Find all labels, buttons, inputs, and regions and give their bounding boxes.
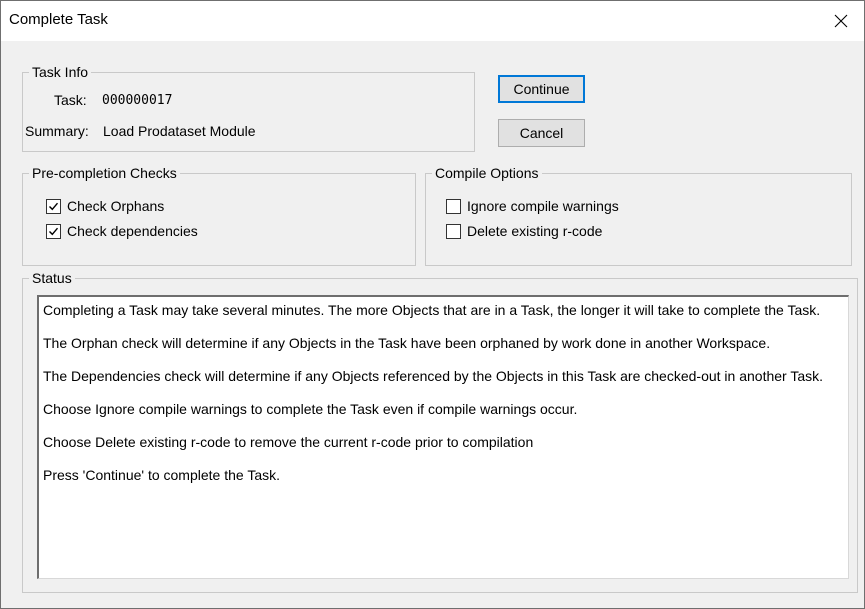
check-orphans-label: Check Orphans <box>67 198 165 214</box>
status-line: Completing a Task may take several minut… <box>43 302 821 318</box>
precompletion-checks-group: Pre-completion Checks <box>22 165 416 266</box>
summary-value: Load Prodataset Module <box>103 123 256 139</box>
checkbox-checked-icon <box>46 223 61 239</box>
checkbox-unchecked-icon <box>446 198 461 214</box>
status-line: Choose Ignore compile warnings to comple… <box>43 401 578 417</box>
ignore-compile-warnings-label: Ignore compile warnings <box>467 198 619 214</box>
precompletion-checks-label: Pre-completion Checks <box>29 165 180 181</box>
continue-button-label: Continue <box>513 81 570 97</box>
delete-rcode-checkbox[interactable]: Delete existing r-code <box>446 223 602 239</box>
check-dependencies-checkbox[interactable]: Check dependencies <box>46 223 198 239</box>
title-bar: Complete Task <box>1 1 864 41</box>
checkbox-checked-icon <box>46 198 61 214</box>
close-button[interactable] <box>818 1 864 41</box>
complete-task-dialog: Complete Task Task Info Task: 000000017 … <box>0 0 865 609</box>
ignore-compile-warnings-checkbox[interactable]: Ignore compile warnings <box>446 198 619 214</box>
task-info-label: Task Info <box>29 64 92 80</box>
continue-button[interactable]: Continue <box>498 75 585 103</box>
status-text-area[interactable]: Completing a Task may take several minut… <box>37 295 849 579</box>
task-info-group: Task Info <box>22 64 475 152</box>
summary-label: Summary: <box>25 123 89 139</box>
task-label: Task: <box>54 92 87 108</box>
cancel-button-label: Cancel <box>519 125 564 141</box>
checkbox-unchecked-icon <box>446 223 461 239</box>
status-line: Choose Delete existing r-code to remove … <box>43 434 534 450</box>
delete-rcode-label: Delete existing r-code <box>467 223 603 239</box>
close-icon <box>834 14 848 28</box>
check-orphans-checkbox[interactable]: Check Orphans <box>46 198 164 214</box>
check-dependencies-label: Check dependencies <box>67 223 198 239</box>
status-line: Press 'Continue' to complete the Task. <box>43 467 280 483</box>
status-line: The Orphan check will determine if any O… <box>43 335 771 351</box>
compile-options-group: Compile Options <box>425 165 852 266</box>
task-value: 000000017 <box>102 93 173 108</box>
status-line: The Dependencies check will determine if… <box>43 368 824 384</box>
cancel-button[interactable]: Cancel <box>498 119 585 147</box>
compile-options-label: Compile Options <box>432 165 542 181</box>
window-title: Complete Task <box>9 11 108 28</box>
status-label: Status <box>29 270 75 286</box>
